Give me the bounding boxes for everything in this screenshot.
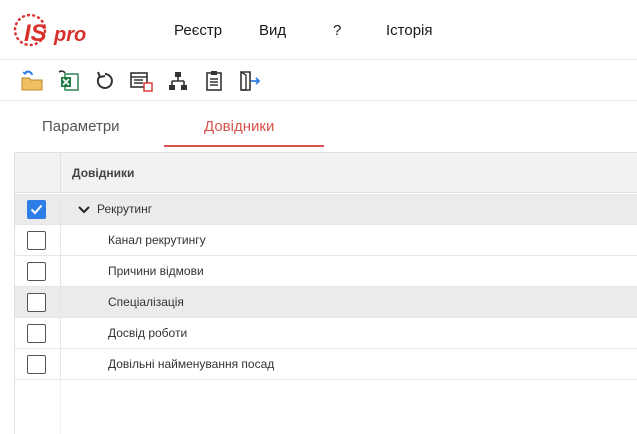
row-label: Канал рекрутингу — [108, 233, 206, 247]
row-label: Досвід роботи — [108, 326, 188, 340]
menu-help[interactable]: ? — [333, 22, 341, 39]
svg-text:IS: IS — [24, 20, 47, 47]
settings-table-icon[interactable] — [127, 67, 155, 95]
column-divider — [60, 380, 61, 434]
row-checkbox[interactable] — [27, 262, 46, 281]
tab-directories[interactable]: Довідники — [204, 118, 274, 135]
tab-parameters[interactable]: Параметри — [42, 118, 120, 135]
active-tab-indicator — [164, 145, 324, 147]
exit-icon[interactable] — [236, 67, 264, 95]
row-label: Спеціалізація — [108, 295, 184, 309]
chevron-down-icon[interactable] — [77, 203, 91, 217]
table-row[interactable]: Довільні найменування посад — [15, 349, 637, 380]
tab-bar: Параметри Довідники — [0, 102, 637, 148]
toolbar — [0, 61, 637, 101]
table-row[interactable]: Спеціалізація — [15, 287, 637, 318]
app-header: IS pro Реєстр Вид ? Історія — [0, 0, 637, 60]
row-label: Рекрутинг — [97, 202, 153, 216]
table-row[interactable]: Канал рекрутингу — [15, 225, 637, 256]
excel-export-icon[interactable] — [54, 67, 82, 95]
menu-history[interactable]: Історія — [386, 22, 433, 39]
row-checkbox[interactable] — [27, 324, 46, 343]
refresh-icon[interactable] — [91, 67, 119, 95]
table-row[interactable]: Причини відмови — [15, 256, 637, 287]
row-checkbox[interactable] — [27, 200, 46, 219]
table-row[interactable]: Рекрутинг — [15, 194, 637, 225]
table-row[interactable]: Досвід роботи — [15, 318, 637, 349]
clipboard-list-icon[interactable] — [200, 67, 228, 95]
row-label: Довільні найменування посад — [108, 357, 275, 371]
menu-registry[interactable]: Реєстр — [174, 22, 222, 39]
row-checkbox[interactable] — [27, 293, 46, 312]
directories-table: Довідники Рекрутинг Канал рекрутингу При… — [14, 152, 637, 434]
column-header-directories[interactable]: Довідники — [72, 166, 134, 180]
svg-text:pro: pro — [53, 24, 86, 46]
hierarchy-icon[interactable] — [164, 67, 192, 95]
folder-import-icon[interactable] — [18, 67, 46, 95]
row-checkbox[interactable] — [27, 231, 46, 250]
ispro-logo: IS pro — [10, 4, 100, 56]
row-label: Причини відмови — [108, 264, 204, 278]
table-header: Довідники — [15, 153, 637, 193]
menu-view[interactable]: Вид — [259, 22, 286, 39]
row-checkbox[interactable] — [27, 355, 46, 374]
